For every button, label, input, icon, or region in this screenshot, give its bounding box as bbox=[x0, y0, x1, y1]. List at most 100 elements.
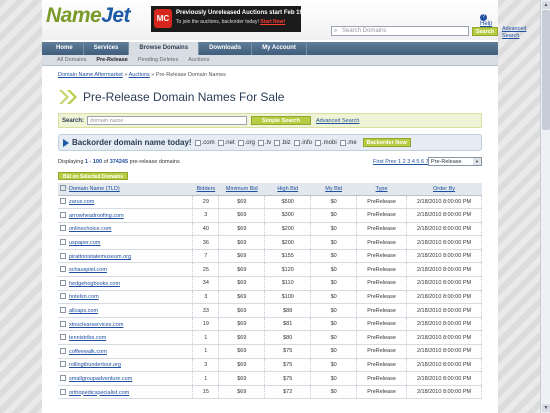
domain-cell: allcaps.com bbox=[58, 303, 194, 318]
backorder-bar: Backorder domain name today! .com .net .… bbox=[58, 134, 482, 151]
tld-tv-checkbox[interactable]: .tv bbox=[257, 139, 271, 146]
my-bid-cell: $0 bbox=[310, 317, 358, 332]
col-high-bid[interactable]: High Bid bbox=[264, 183, 311, 196]
domain-link[interactable]: smallgroupadventure.com bbox=[69, 376, 132, 382]
domain-link[interactable]: allcaps.com bbox=[69, 308, 98, 314]
row-checkbox[interactable] bbox=[60, 375, 66, 382]
order-by-cell: 2/18/2010 8:00:00 PM bbox=[406, 222, 482, 237]
domain-link[interactable]: rollingthundertour.org bbox=[69, 362, 121, 368]
domain-cell: hotelsn.com bbox=[58, 290, 194, 305]
col-bidders[interactable]: Bidders bbox=[192, 183, 219, 196]
tld-com-checkbox[interactable]: .com bbox=[194, 139, 215, 146]
col-domain-name[interactable]: Domain Name (TLD) bbox=[58, 183, 193, 196]
tld-org-checkbox[interactable]: .org bbox=[237, 139, 255, 146]
domain-link[interactable]: arrowheadroofing.com bbox=[69, 213, 124, 219]
order-by-cell: 2/18/2010 8:00:00 PM bbox=[406, 276, 482, 291]
row-checkbox[interactable] bbox=[60, 266, 66, 273]
nav-browse-domains[interactable]: Browse Domains bbox=[129, 42, 200, 55]
promo-banner[interactable]: MC Previously Unreleased Auctions start … bbox=[151, 6, 309, 32]
order-by-cell: 2/18/2010 8:00:00 PM bbox=[406, 262, 482, 278]
nav-downloads[interactable]: Downloads bbox=[199, 42, 253, 55]
tld-me-checkbox[interactable]: .me bbox=[339, 139, 357, 146]
row-checkbox[interactable] bbox=[60, 307, 66, 314]
row-checkbox[interactable] bbox=[60, 361, 66, 368]
browser-scrollbar[interactable]: ▲ ▼ bbox=[540, 0, 550, 413]
tld-biz-checkbox[interactable]: .biz bbox=[274, 139, 291, 146]
domain-cell: schauspiel.com bbox=[58, 262, 194, 278]
row-checkbox[interactable] bbox=[60, 388, 66, 395]
domain-link[interactable]: orthopedicspecialist.com bbox=[69, 390, 129, 396]
scrollbar-thumb[interactable] bbox=[542, 10, 550, 130]
domain-cell: hedgehogbooks.com bbox=[58, 276, 194, 291]
domain-name-input[interactable]: domain name bbox=[87, 116, 248, 125]
my-bid-cell: $0 bbox=[310, 358, 358, 373]
namejet-logo[interactable]: NameJet bbox=[46, 4, 131, 28]
simple-search-button[interactable]: Simple Search bbox=[251, 116, 312, 125]
domain-cell: pirattonistatemuseum.org bbox=[58, 249, 194, 264]
col-order-by[interactable]: Order By bbox=[406, 183, 482, 196]
minimum-bid-cell: $69 bbox=[218, 344, 266, 359]
nav-services[interactable]: Services bbox=[84, 42, 130, 55]
domain-link[interactable]: schauspiel.com bbox=[69, 267, 107, 273]
advanced-search-link[interactable]: Advanced Search bbox=[316, 118, 359, 124]
nav-my-account[interactable]: My Account bbox=[252, 42, 307, 55]
nav-home[interactable]: Home bbox=[46, 42, 84, 55]
table-row: schauspiel.com 25 $69 $120 $0 PreRelease 2/18/… bbox=[58, 262, 482, 278]
high-bid-cell: $120 bbox=[264, 262, 312, 278]
subnav-pre-release[interactable]: Pre-Release bbox=[91, 55, 133, 65]
type-cell: PreRelease bbox=[356, 317, 408, 332]
breadcrumb: Domain Name Aftermarket » Auctions » Pre… bbox=[58, 72, 226, 78]
tld-net-checkbox[interactable]: .net bbox=[217, 139, 235, 146]
help-link[interactable]: ?Help bbox=[480, 14, 498, 27]
high-bid-cell: $81 bbox=[264, 317, 312, 332]
row-checkbox[interactable] bbox=[60, 293, 66, 300]
subnav-pending-deletes[interactable]: Pending Deletes bbox=[133, 55, 183, 65]
row-checkbox[interactable] bbox=[60, 279, 66, 286]
table-row: onlinechoice.com 40 $69 $200 $0 PreRelease 2/1… bbox=[58, 222, 482, 237]
domain-link[interactable]: tennistribe.com bbox=[69, 335, 106, 341]
domain-cell: rollingthundertour.org bbox=[58, 358, 194, 373]
col-minimum-bid[interactable]: Minimum Bid bbox=[218, 183, 265, 196]
row-checkbox[interactable] bbox=[60, 334, 66, 341]
domain-link[interactable]: xtnuclearservices.com bbox=[69, 322, 123, 328]
tld-mobi-checkbox[interactable]: .mobi bbox=[315, 139, 337, 146]
domain-link[interactable]: hotelsn.com bbox=[69, 294, 99, 300]
row-checkbox[interactable] bbox=[60, 320, 66, 327]
header-search-button[interactable]: Search bbox=[472, 27, 498, 36]
backorder-now-button[interactable]: Backorder Now bbox=[362, 138, 411, 147]
header-advanced-search-link[interactable]: Advanced Search bbox=[502, 26, 532, 39]
breadcrumb-auctions[interactable]: Auctions bbox=[129, 72, 150, 78]
select-all-checkbox[interactable] bbox=[60, 185, 66, 192]
domain-search-input[interactable]: ⌕ Search Domains bbox=[331, 26, 469, 36]
scroll-down-icon[interactable]: ▼ bbox=[542, 404, 550, 412]
domain-link[interactable]: coffeewalk.com bbox=[69, 349, 107, 355]
breadcrumb-home[interactable]: Domain Name Aftermarket bbox=[58, 72, 123, 78]
scroll-up-icon[interactable]: ▲ bbox=[542, 1, 550, 9]
bid-selected-button[interactable]: Bid on Selected Domains bbox=[58, 172, 129, 180]
subnav-auctions[interactable]: Auctions bbox=[183, 55, 214, 65]
domain-link[interactable]: uspaper.com bbox=[69, 240, 101, 246]
row-checkbox[interactable] bbox=[60, 198, 66, 205]
col-type[interactable]: Type bbox=[356, 183, 407, 196]
minimum-bid-cell: $69 bbox=[218, 222, 266, 237]
row-checkbox[interactable] bbox=[60, 239, 66, 246]
row-checkbox[interactable] bbox=[60, 225, 66, 232]
my-bid-cell: $0 bbox=[310, 262, 358, 278]
type-filter-select[interactable]: Pre-Release ▼ bbox=[428, 157, 482, 166]
domain-link[interactable]: hedgehogbooks.com bbox=[69, 281, 120, 287]
col-my-bid[interactable]: My Bid bbox=[310, 183, 357, 196]
row-checkbox[interactable] bbox=[60, 211, 66, 218]
domain-link[interactable]: pirattonistatemuseum.org bbox=[69, 254, 131, 260]
row-checkbox[interactable] bbox=[60, 252, 66, 259]
domain-cell: onlinechoice.com bbox=[58, 222, 194, 237]
subnav-all-domains[interactable]: All Domains bbox=[52, 55, 91, 65]
domain-link[interactable]: onlinechoice.com bbox=[69, 226, 112, 232]
type-cell: PreRelease bbox=[356, 330, 408, 346]
bidders-cell: 3 bbox=[192, 358, 220, 373]
row-checkbox[interactable] bbox=[60, 347, 66, 354]
tld-info-checkbox[interactable]: .info bbox=[293, 139, 312, 146]
domain-link[interactable]: zarus.com bbox=[69, 199, 94, 205]
order-by-cell: 2/18/2010 8:00:00 PM bbox=[406, 235, 482, 250]
promo-start-link[interactable]: Start Now! bbox=[260, 19, 285, 25]
bidders-cell: 19 bbox=[192, 317, 220, 332]
